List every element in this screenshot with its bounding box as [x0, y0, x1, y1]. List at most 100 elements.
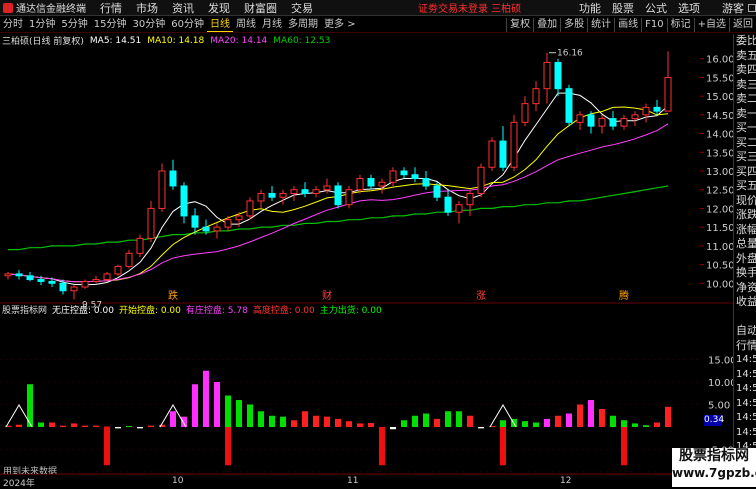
- tool-mark[interactable]: 标记: [666, 18, 694, 32]
- menu-market[interactable]: 市场: [136, 0, 158, 16]
- period-daily[interactable]: 日线: [206, 17, 233, 32]
- side-label-21[interactable]: 行情: [734, 339, 756, 354]
- stock-label[interactable]: 三柏硕(日线 前复权): [0, 34, 84, 47]
- indicator-bar: [137, 427, 143, 429]
- side-label-22[interactable]: 14:50: [734, 353, 756, 368]
- tool-stats[interactable]: 统计: [587, 18, 614, 32]
- indicator-bar: [599, 409, 605, 427]
- tool-add-fav[interactable]: +自选: [693, 18, 729, 32]
- candle-body: [26, 275, 34, 281]
- candle-body: [312, 189, 320, 194]
- indicator-bar: [412, 415, 418, 427]
- side-label-16[interactable]: 换手: [734, 266, 756, 281]
- side-label-6[interactable]: 买一: [734, 121, 756, 136]
- side-label-1[interactable]: 卖五: [734, 49, 756, 64]
- side-label-19[interactable]: [734, 310, 756, 325]
- period-more[interactable]: 更多 >: [321, 17, 359, 32]
- menu-news[interactable]: 资讯: [172, 0, 194, 16]
- indicator-bar: [533, 422, 539, 427]
- side-label-5[interactable]: 卖一: [734, 107, 756, 122]
- period-15min[interactable]: 15分钟: [91, 17, 130, 32]
- date-month-11: 11: [347, 476, 359, 486]
- side-label-8[interactable]: 买三: [734, 150, 756, 165]
- side-panel: 委比 卖五 卖四 卖三 卖二 卖一 买一 买二 买三 买四 买五 现价 涨跌 涨幅 总量 外盘 换手 净资 收益自动…: [733, 34, 756, 486]
- candle-body: [378, 181, 386, 187]
- current-value-badge: 0.34: [704, 415, 725, 426]
- side-label-24[interactable]: 14:50: [734, 382, 756, 397]
- candle-body: [147, 207, 155, 239]
- indicator-bar: [38, 422, 44, 427]
- side-label-2[interactable]: 卖四: [734, 63, 756, 78]
- side-label-4[interactable]: 卖二: [734, 92, 756, 107]
- menu-options[interactable]: 选项: [678, 0, 700, 16]
- menu-function[interactable]: 功能: [579, 0, 601, 16]
- side-label-7[interactable]: 买二: [734, 136, 756, 151]
- side-label-26[interactable]: 14:50: [734, 411, 756, 426]
- price-tick: 13.50: [706, 148, 733, 159]
- menu-trade[interactable]: 交易: [291, 0, 313, 16]
- watermark-title: 股票指标网: [679, 448, 749, 464]
- price-tick: 12.50: [706, 186, 733, 197]
- period-30min[interactable]: 30分钟: [129, 17, 168, 32]
- login-warning[interactable]: 证劵交易未登录 三柏硕: [418, 0, 521, 15]
- tool-draw[interactable]: 画线: [614, 18, 641, 32]
- event-mark: 跌: [168, 289, 178, 302]
- side-label-3[interactable]: 卖三: [734, 78, 756, 93]
- period-1min[interactable]: 1分钟: [26, 17, 58, 32]
- indicator-name[interactable]: 股票指标网: [0, 303, 47, 316]
- menu-stock[interactable]: 股票: [612, 0, 634, 16]
- period-monthly[interactable]: 月线: [259, 17, 285, 32]
- period-tick[interactable]: 分时: [0, 17, 26, 32]
- menu-discover[interactable]: 发现: [208, 0, 230, 16]
- candle-body: [400, 170, 408, 176]
- menu-formula[interactable]: 公式: [645, 0, 667, 16]
- side-label-14[interactable]: 总量: [734, 237, 756, 252]
- watermark-url: www.7gpzb.com: [672, 466, 756, 480]
- candle-body: [15, 273, 23, 277]
- candle-body: [664, 76, 672, 112]
- candle-body: [356, 177, 364, 191]
- side-label-13[interactable]: 涨幅: [734, 223, 756, 238]
- side-label-12[interactable]: 涨跌: [734, 208, 756, 223]
- side-label-10[interactable]: 买五: [734, 179, 756, 194]
- price-tick: 10.50: [706, 261, 733, 272]
- window-button-icon[interactable]: [748, 4, 756, 12]
- side-label-23[interactable]: 14:50: [734, 368, 756, 383]
- price-tick: 14.50: [706, 111, 733, 122]
- candle-body: [213, 226, 221, 232]
- side-label-20[interactable]: 自动: [734, 324, 756, 339]
- user-label[interactable]: 游客: [722, 0, 744, 16]
- indicator-bar: [346, 421, 352, 427]
- tool-multi[interactable]: 多股: [560, 18, 587, 32]
- tool-f10[interactable]: F10: [641, 18, 666, 32]
- side-label-9[interactable]: 买四: [734, 165, 756, 180]
- side-label-27[interactable]: 14:50: [734, 426, 756, 441]
- candle-body: [576, 114, 584, 123]
- period-5min[interactable]: 5分钟: [58, 17, 90, 32]
- tool-back[interactable]: 返回: [729, 18, 756, 32]
- side-label-11[interactable]: 现价: [734, 194, 756, 209]
- price-tick: 15.50: [706, 73, 733, 84]
- side-label-18[interactable]: 收益: [734, 295, 756, 310]
- menu-wealth[interactable]: 财富圈: [244, 0, 277, 16]
- side-label-0[interactable]: 委比: [734, 34, 756, 49]
- indicator-bar: [291, 420, 297, 427]
- side-label-25[interactable]: 14:50: [734, 397, 756, 412]
- indicator-bar: [357, 423, 363, 427]
- tool-adjust[interactable]: 复权: [506, 18, 533, 32]
- kline-chart[interactable]: 16.00 15.50 15.00 14.50 14.00 13.50 13.00 12.50…: [0, 34, 733, 474]
- indicator-bar: [280, 416, 286, 427]
- menu-quotes[interactable]: 行情: [100, 0, 122, 16]
- indicator-bar: [126, 426, 132, 428]
- tool-overlay[interactable]: 叠加: [533, 18, 560, 32]
- indicator-bar: [401, 420, 407, 427]
- indicator-bar: [632, 423, 638, 427]
- period-60min[interactable]: 60分钟: [168, 17, 207, 32]
- side-label-15[interactable]: 外盘: [734, 252, 756, 267]
- period-weekly[interactable]: 周线: [233, 17, 259, 32]
- candle-body: [246, 200, 254, 217]
- side-label-17[interactable]: 净资: [734, 281, 756, 296]
- candle-body: [642, 106, 650, 116]
- ma10-label: MA10: 14.18: [147, 35, 205, 46]
- period-multi[interactable]: 多周期: [285, 17, 321, 32]
